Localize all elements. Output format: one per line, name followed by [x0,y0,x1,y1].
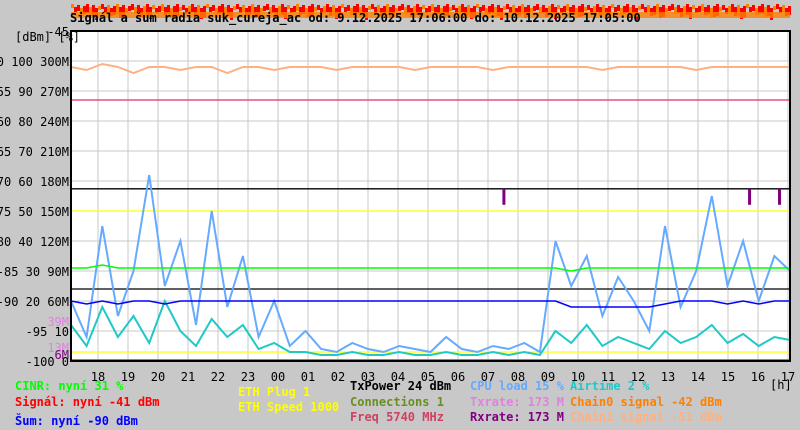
rxrate-spike [502,188,506,205]
signal-band-mark [752,5,755,11]
x-tick-label: 23 [241,370,255,384]
plot-area [71,31,790,361]
y-tick-label: -60 80 240M [0,115,69,129]
signal-band-mark [161,4,164,11]
signal-band-mark [131,4,134,10]
signal-band-mark [641,4,644,9]
signal-band-mark [761,4,764,13]
signal-band-mark [206,4,209,8]
legend-signal: Signál: nyní -41 dBm [15,395,160,409]
legend-rxrate: Rxrate: 173 M [470,410,564,424]
signal-band-mark [233,6,236,10]
legend-eth-speed: ETH Speed 1000 [238,400,340,414]
y-tick-label: -75 50 150M [0,205,69,219]
x-tick-label: 01 [301,370,315,384]
x-tick-label: 22 [211,370,225,384]
legend-eth-plug: ETH Plug 1 [238,385,311,399]
signal-band-mark [638,6,641,10]
signal-band-mark [503,6,506,10]
signal-band-mark [668,6,671,11]
legend-chain0: Chain0 signal -42 dBm [570,395,722,409]
signal-band-mark [431,4,434,11]
legend-cpu: CPU load 15 % [470,379,564,393]
signal-band-mark [98,6,101,10]
signal-band-mark [341,4,344,8]
signal-band-mark [665,8,668,12]
signal-band-mark [776,4,779,9]
y-tick-label: -55 90 270M [0,85,69,99]
y-extra-label: 6M [55,348,69,362]
x-tick-label: 13 [661,370,675,384]
signal-band-mark [692,5,695,9]
y-tick-label: -65 70 210M [0,145,69,159]
signal-band-mark [266,4,269,10]
signal-band-mark [701,4,704,11]
signal-band-mark [452,5,455,10]
signal-band-mark [722,5,725,10]
legend-cinr: CINR: nyní 31 % [15,379,124,393]
legend-txrate: Txrate: 173 M [470,395,564,409]
signal-band-mark [401,4,404,10]
x-tick-label: 21 [181,370,195,384]
signal-band-mark [182,5,185,10]
signal-band-mark [287,5,290,9]
chart: -45-50 100 300M-55 90 270M-60 80 240M-65… [0,0,800,430]
signal-band-mark [728,6,731,13]
y-axis-units: [dBm] [%] [15,30,81,44]
signal-band-mark [671,4,674,10]
x-tick-label: 14 [691,370,705,384]
signal-band-mark [698,6,701,12]
signal-band-mark [152,5,155,9]
x-tick-label: 00 [271,370,285,384]
rxrate-spike [748,188,752,205]
signal-band-mark [236,4,239,9]
x-tick-label: 02 [331,370,345,384]
y-tick-label: -90 20 60M [0,295,69,309]
y-tick-label: -85 30 90M [0,265,69,279]
signal-band-mark [719,7,722,11]
signal-band-mark [506,4,509,9]
chart-svg: -45-50 100 300M-55 90 270M-60 80 240M-65… [0,4,795,384]
signal-band-mark [101,4,104,9]
signal-band-mark [587,5,590,10]
signal-band-mark [611,4,614,8]
signal-band-mark [71,4,74,8]
signal-band-mark [317,5,320,10]
signal-band-mark [476,4,479,8]
legend-airtime: Airtime 2 % [570,379,650,393]
signal-band-mark [773,6,776,10]
x-tick-label: 20 [151,370,165,384]
chart-title: Signál a šum radia suk_cureja_ac od: 9.1… [70,11,641,25]
rxrate-spike [778,188,782,205]
y-tick-label: -70 60 180M [0,175,69,189]
legend-chain1: Chain1 signal -51 dBm [570,410,722,424]
signal-band-mark [296,4,299,11]
signal-band-mark [749,7,752,12]
signal-band-mark [647,5,650,12]
signal-band-mark [566,4,569,11]
x-tick-label: 15 [721,370,735,384]
legend-connections: Connections 1 [350,395,444,409]
signal-band-mark [677,5,680,13]
signal-band-mark [782,5,785,12]
signal-band-mark [557,5,560,9]
signal-band-mark [368,6,371,10]
signal-band-mark [536,4,539,10]
x-axis-unit: [h] [770,378,792,392]
y-tick-label: -80 40 120M [0,235,69,249]
legend-freq: Freq 5740 MHz [350,410,444,424]
signal-band-mark [422,5,425,9]
y-tick-label: -50 100 300M [0,55,69,69]
signal-band-mark [371,4,374,9]
signal-band-mark [746,4,749,8]
x-tick-label: 06 [451,370,465,384]
x-tick-label: 16 [751,370,765,384]
y-extra-label: 39M [47,315,69,329]
legend-txpower: TxPower 24 dBm [350,379,452,393]
signal-band-mark [731,4,734,12]
legend-noise: Šum: nyní -90 dBm [15,414,138,428]
